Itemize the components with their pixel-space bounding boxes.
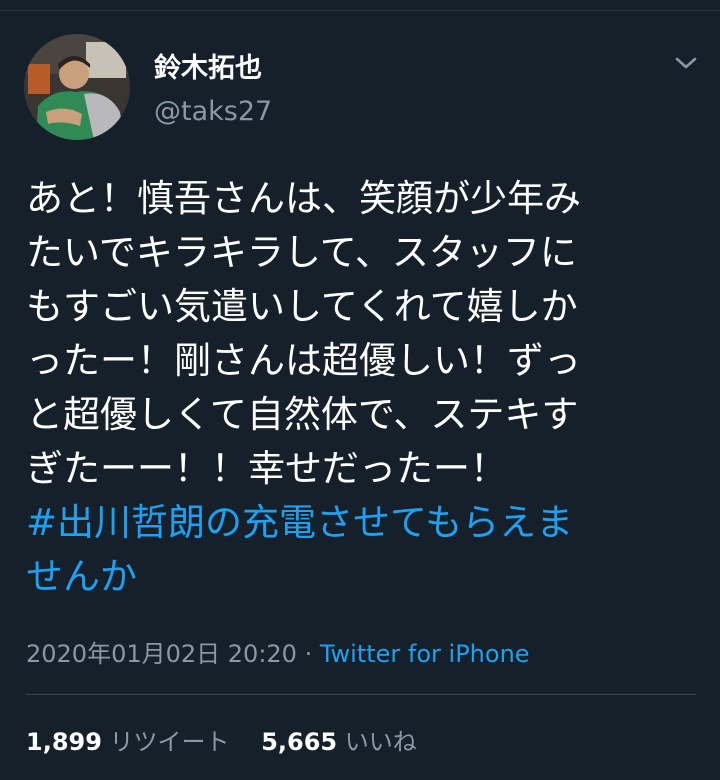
likes-stat[interactable]: 5,665 いいね <box>261 722 417 757</box>
tweet-text-line: ぎたーー！！幸せだったー！ <box>26 447 507 490</box>
meta-separator: · <box>296 640 320 668</box>
tweet-meta: 2020年01月02日 20:20 · Twitter for iPhone <box>26 634 530 669</box>
retweets-label: リツイート <box>109 728 230 756</box>
tweet-text-line: たいでキラキラして、スタッフに <box>26 231 577 274</box>
tweet-text: あと！慎吾さんは、笑顔が少年み たいでキラキラして、スタッフに もすごい気遣いし… <box>26 172 696 604</box>
tweet-stats: 1,899 リツイート 5,665 いいね <box>26 722 417 757</box>
tweet-text-line: ったー！剛さんは超優しい！ずっ <box>26 339 581 382</box>
retweets-count: 1,899 <box>26 728 102 756</box>
tweet-text-line: あと！慎吾さんは、笑顔が少年み <box>26 177 581 220</box>
hashtag-link[interactable]: #出川哲朗の充電させてもらえま <box>26 496 696 550</box>
user-handle[interactable]: @taks27 <box>154 96 272 127</box>
likes-count: 5,665 <box>261 728 338 756</box>
hashtag-link[interactable]: せんか <box>26 550 696 604</box>
likes-label: いいね <box>344 728 417 756</box>
divider <box>26 694 696 695</box>
avatar-photo <box>24 34 130 140</box>
retweets-stat[interactable]: 1,899 リツイート <box>26 722 230 757</box>
tweet-text-line: と超優しくて自然体で、ステキす <box>26 393 579 436</box>
display-name[interactable]: 鈴木拓也 <box>154 46 262 85</box>
source-link[interactable]: Twitter for iPhone <box>320 640 530 668</box>
timestamp[interactable]: 2020年01月02日 20:20 <box>26 640 297 668</box>
tweet-text-line: もすごい気遣いしてくれて嬉しか <box>26 285 578 328</box>
avatar[interactable] <box>24 34 130 140</box>
top-divider <box>0 10 720 11</box>
chevron-down-icon[interactable] <box>674 54 698 72</box>
